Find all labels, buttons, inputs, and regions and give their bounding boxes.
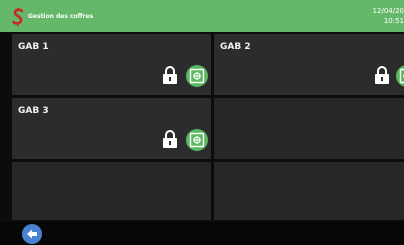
safe-icon [189,68,205,84]
safe-label: GAB 3 [18,106,49,116]
lock-icon [163,130,177,148]
open-safe-button[interactable] [186,65,208,87]
s-logo-icon [12,8,24,26]
date-display: 12/04/20 [372,7,404,15]
lock-icon [163,66,177,84]
safe-tile-gab-2[interactable]: GAB 2 [214,34,404,95]
safe-grid: GAB 1 GAB 2 GAB 3 [12,34,404,220]
empty-tile [214,162,404,220]
safe-icon [189,132,205,148]
lock-icon [375,66,389,84]
safe-tile-gab-1[interactable]: GAB 1 [12,34,211,95]
back-button[interactable] [22,224,42,244]
bottom-bar [0,222,404,245]
time-display: 10:51 [383,17,404,25]
open-safe-button[interactable] [186,129,208,151]
safe-tile-gab-3[interactable]: GAB 3 [12,98,211,159]
safe-icon [399,68,404,84]
open-safe-button[interactable] [396,65,404,87]
empty-tile [214,98,404,159]
empty-tile [12,162,211,220]
safe-label: GAB 2 [220,42,251,52]
safe-label: GAB 1 [18,42,49,52]
app-title: Gestion des coffres [28,13,94,20]
back-arrow-icon [27,229,37,239]
top-bar: Gestion des coffres 12/04/20 10:51 [0,0,404,32]
